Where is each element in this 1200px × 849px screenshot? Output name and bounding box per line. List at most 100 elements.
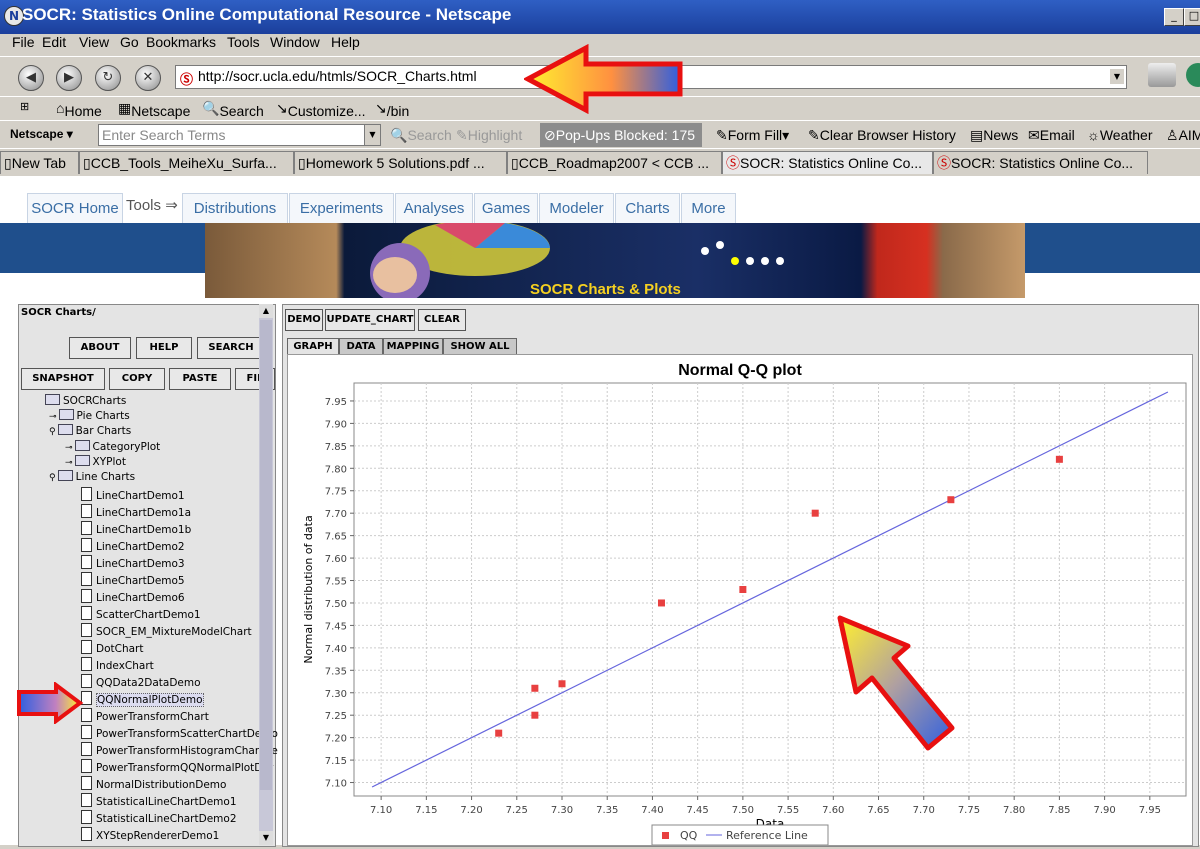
expanded-handle-icon: ⚲: [49, 473, 56, 483]
menu-go[interactable]: Go: [120, 34, 139, 50]
tree-folder-pie[interactable]: ⊸ Pie Charts: [49, 409, 130, 422]
tree-folder-line[interactable]: ⚲ Line Charts: [49, 470, 135, 483]
minimize-button[interactable]: _: [1164, 8, 1184, 26]
tree-scrollbar[interactable]: ▲ ▼: [259, 304, 273, 845]
tab-more[interactable]: More: [681, 193, 736, 224]
scroll-down-icon[interactable]: ▼: [259, 831, 273, 845]
menu-view[interactable]: View: [79, 34, 109, 50]
search-dropdown-icon[interactable]: ▼: [364, 124, 381, 146]
qq-point: [811, 509, 819, 517]
tab-charts[interactable]: Charts: [615, 193, 680, 224]
tree-item[interactable]: LineChartDemo3: [81, 555, 185, 570]
tree-item[interactable]: StatisticalLineChartDemo2: [81, 810, 237, 825]
tab-games[interactable]: Games: [474, 193, 538, 224]
aim-link[interactable]: ♙AIM: [1166, 127, 1200, 144]
window-title-bar[interactable]: N SOCR: Statistics Online Computational …: [0, 0, 1200, 34]
paste-button[interactable]: PASTE: [169, 368, 231, 390]
tree-item[interactable]: LineChartDemo6: [81, 589, 185, 604]
tree-item[interactable]: LineChartDemo1a: [81, 504, 191, 519]
search-panel-button[interactable]: SEARCH: [197, 337, 265, 359]
menu-file[interactable]: File: [12, 34, 35, 50]
menu-help[interactable]: Help: [331, 34, 360, 50]
tree-item-label: QQData2DataDemo: [96, 677, 201, 689]
tab-socr-1[interactable]: ⓈSOCR: Statistics Online Co...: [722, 151, 933, 174]
snapshot-button[interactable]: SNAPSHOT: [21, 368, 105, 390]
popups-blocked-badge[interactable]: ⊘Pop-Ups Blocked: 175: [540, 123, 702, 147]
tree-item[interactable]: StatisticalLineChartDemo1: [81, 793, 237, 808]
x-tick-label: 7.50: [732, 805, 754, 816]
help-button[interactable]: HELP: [136, 337, 192, 359]
tab-analyses[interactable]: Analyses: [395, 193, 473, 224]
tree-folder-category[interactable]: ⊸ CategoryPlot: [65, 440, 160, 453]
tree-folder-bar[interactable]: ⚲ Bar Charts: [49, 424, 131, 437]
search-link[interactable]: 🔍 Search: [202, 100, 264, 119]
document-icon: [81, 606, 92, 620]
tree-item[interactable]: QQData2DataDemo: [81, 674, 201, 689]
maximize-button[interactable]: □: [1184, 8, 1200, 26]
charts-tree-panel: SOCR Charts/ ABOUT HELP SEARCH SNAPSHOT …: [18, 304, 278, 847]
menu-tools[interactable]: Tools: [227, 34, 260, 50]
chart-panel: DEMO UPDATE_CHART CLEAR GRAPH DATA MAPPI…: [282, 304, 1199, 847]
tab-ccb-roadmap[interactable]: ▯CCB_Roadmap2007 < CCB ...: [507, 151, 722, 174]
tab-experiments[interactable]: Experiments: [289, 193, 394, 224]
about-button[interactable]: ABOUT: [69, 337, 131, 359]
search-input[interactable]: Enter Search Terms: [98, 124, 371, 146]
print-icon[interactable]: [1148, 63, 1176, 87]
netscape-link[interactable]: ▦ Netscape: [118, 100, 190, 119]
menu-edit[interactable]: Edit: [42, 34, 66, 50]
tree-item-label: PowerTransformHistogramChartDe: [96, 745, 278, 757]
tree-root[interactable]: SOCRCharts: [45, 394, 126, 407]
tree-item[interactable]: LineChartDemo1: [81, 487, 185, 502]
forward-icon[interactable]: ▶: [56, 65, 82, 91]
tree-item[interactable]: ScatterChartDemo1: [81, 606, 201, 621]
x-tick-label: 7.10: [370, 805, 392, 816]
scroll-thumb[interactable]: [260, 320, 272, 790]
document-icon: [81, 776, 92, 790]
tab-new-tab[interactable]: ▯New Tab: [0, 151, 79, 174]
toolbar-grip-icon[interactable]: ⊞: [20, 100, 29, 113]
tree-item[interactable]: IndexChart: [81, 657, 154, 672]
tree-folder-xy[interactable]: ⊸ XYPlot: [65, 455, 126, 468]
reload-icon[interactable]: ↻: [95, 65, 121, 91]
clear-button[interactable]: CLEAR: [418, 309, 466, 331]
news-link[interactable]: ▤News: [970, 127, 1018, 144]
back-icon[interactable]: ◀: [18, 65, 44, 91]
tab-socr-2[interactable]: ⓈSOCR: Statistics Online Co...: [933, 151, 1148, 174]
tree-item[interactable]: LineChartDemo1b: [81, 521, 191, 536]
netscape-search-brand[interactable]: Netscape ▾: [10, 127, 73, 141]
tab-distributions[interactable]: Distributions: [182, 193, 288, 224]
socr-home-tab[interactable]: SOCR Home: [27, 193, 123, 224]
update-chart-button[interactable]: UPDATE_CHART: [325, 309, 415, 331]
menu-window[interactable]: Window: [270, 34, 320, 50]
tree-item[interactable]: QQNormalPlotDemo: [81, 691, 204, 707]
demo-button[interactable]: DEMO: [285, 309, 323, 331]
stop-icon[interactable]: ✕: [135, 65, 161, 91]
clear-history-button[interactable]: ✎Clear Browser History: [808, 127, 956, 144]
scroll-up-icon[interactable]: ▲: [259, 304, 273, 318]
tree-item[interactable]: PowerTransformChart: [81, 708, 209, 723]
weather-link[interactable]: ☼Weather: [1087, 127, 1153, 143]
tab-modeler[interactable]: Modeler: [539, 193, 614, 224]
tree-item[interactable]: PowerTransformQQNormalPlotDer: [81, 759, 273, 774]
tab-homework[interactable]: ▯Homework 5 Solutions.pdf ...: [294, 151, 507, 174]
tab-ccb-tools[interactable]: ▯CCB_Tools_MeiheXu_Surfa...: [79, 151, 294, 174]
highlight-button[interactable]: ✎Highlight: [456, 127, 522, 144]
tree-item[interactable]: LineChartDemo5: [81, 572, 185, 587]
customize-link[interactable]: ↘ Customize...: [276, 100, 366, 119]
tree-item[interactable]: LineChartDemo2: [81, 538, 185, 553]
search-button[interactable]: 🔍Search: [390, 127, 452, 144]
url-dropdown-icon[interactable]: ▼: [1110, 69, 1124, 84]
tree-item[interactable]: SOCR_EM_MixtureModelChart: [81, 623, 252, 638]
tree-item[interactable]: PowerTransformHistogramChartDe: [81, 742, 278, 757]
tree-item[interactable]: PowerTransformScatterChartDemo: [81, 725, 278, 740]
form-fill-button[interactable]: ✎Form Fill▾: [716, 127, 789, 144]
tree-item[interactable]: XYStepRendererDemo1: [81, 827, 219, 842]
tree-item[interactable]: NormalDistributionDemo: [81, 776, 226, 791]
home-link[interactable]: ⌂ Home: [56, 100, 102, 119]
bin-link[interactable]: ↘/bin: [375, 100, 409, 119]
copy-button[interactable]: COPY: [109, 368, 165, 390]
menu-bookmarks[interactable]: Bookmarks: [146, 34, 216, 50]
email-link[interactable]: ✉Email: [1028, 127, 1075, 144]
tree-item[interactable]: DotChart: [81, 640, 143, 655]
collapsed-handle-icon: ⊸: [49, 412, 57, 422]
